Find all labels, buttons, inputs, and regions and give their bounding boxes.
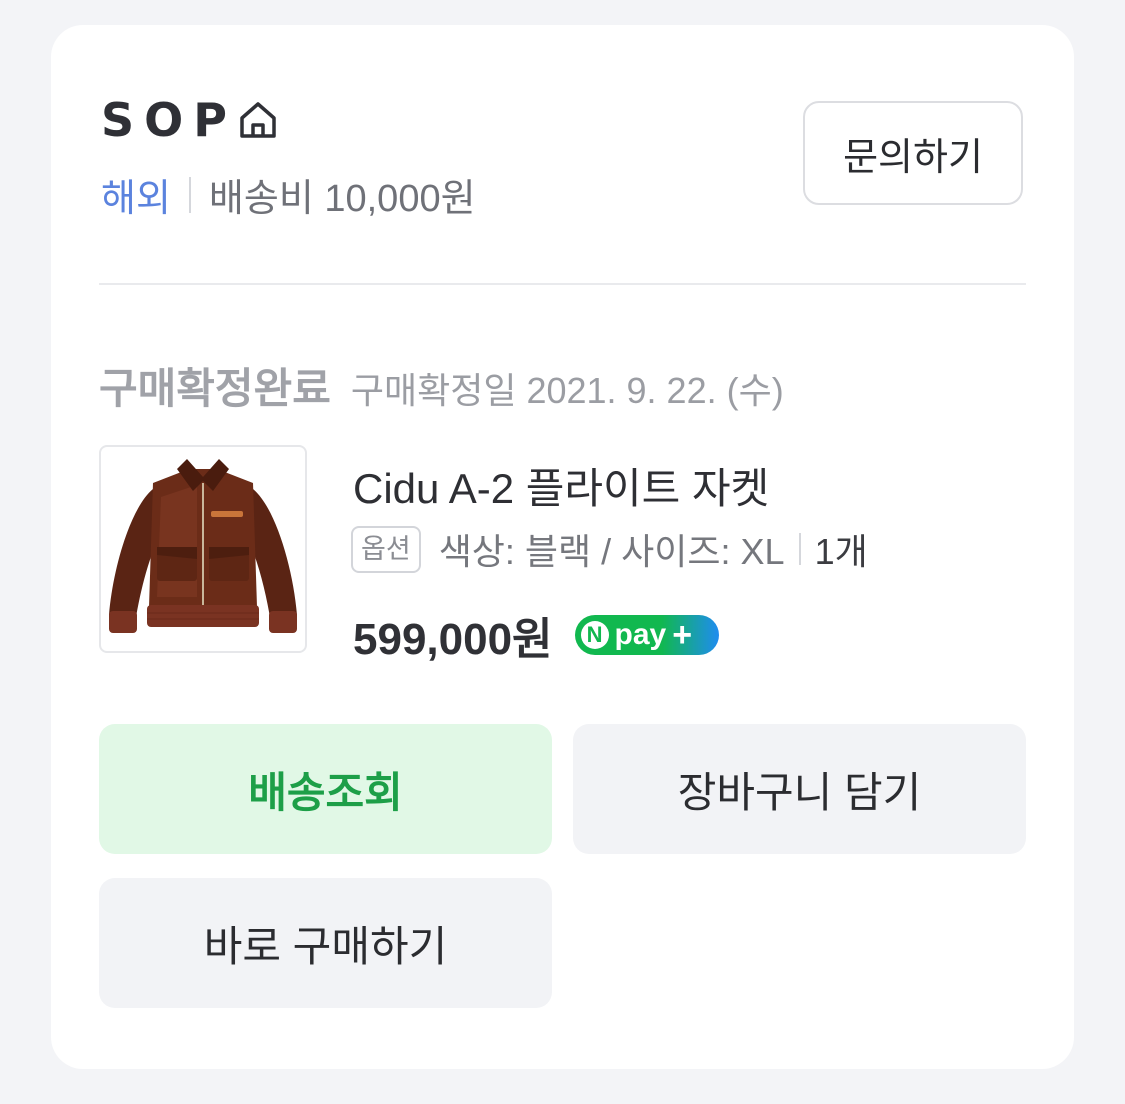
order-card: SOP 해외 배송비 10,000원 문의하기 구매확정완료 구매확정일 202… [51, 25, 1074, 1069]
npay-plus-badge: N pay + [574, 615, 719, 655]
npay-n-icon: N [580, 621, 609, 649]
quantity: 1개 [814, 531, 868, 572]
product-options: 옵션 색상: 블랙 / 사이즈: XL 1개 [351, 523, 868, 575]
inquiry-button[interactable]: 문의하기 [803, 101, 1023, 205]
price-row: 599,000원 N pay + [353, 603, 719, 667]
order-status: 구매확정완료 [99, 365, 331, 412]
jacket-image [109, 459, 297, 633]
divider [99, 283, 1026, 285]
store-name[interactable]: SOP [101, 93, 237, 147]
option-text: 색상: 블랙 / 사이즈: XL [438, 531, 785, 572]
shipping-fee: 배송비 10,000원 [208, 178, 476, 220]
product-name[interactable]: Cidu A-2 플라이트 자켓 [353, 455, 769, 516]
store-meta: 해외 배송비 10,000원 [101, 167, 476, 222]
add-to-cart-button[interactable]: 장바구니 담기 [573, 724, 1026, 854]
store-header[interactable]: SOP [101, 93, 279, 147]
home-icon[interactable] [237, 99, 279, 141]
npay-text: pay [614, 618, 667, 651]
region-label: 해외 [101, 178, 171, 220]
product-image[interactable] [99, 445, 307, 653]
buy-now-button[interactable]: 바로 구매하기 [99, 878, 552, 1008]
confirm-date: 구매확정일 2021. 9. 22. (수) [350, 370, 784, 411]
plus-icon: + [672, 615, 693, 654]
track-delivery-button[interactable]: 배송조회 [99, 724, 552, 854]
product-price: 599,000원 [353, 615, 553, 664]
option-badge: 옵션 [351, 525, 421, 573]
separator [188, 176, 191, 213]
order-status-row: 구매확정완료 구매확정일 2021. 9. 22. (수) [99, 355, 784, 416]
separator [798, 533, 801, 565]
